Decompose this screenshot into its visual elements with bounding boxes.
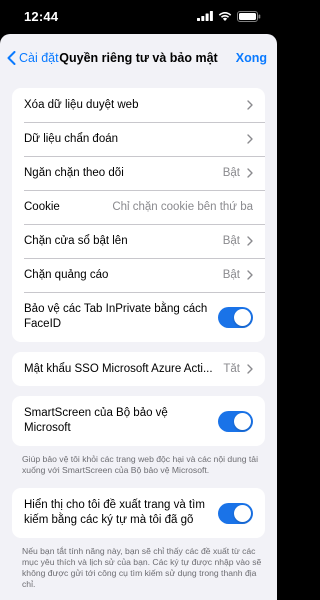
row-label: Cookie: [24, 201, 60, 213]
row-sso-password[interactable]: Mật khẩu SSO Microsoft Azure Acti... Tắt: [12, 352, 265, 386]
suggestions-group: Hiển thị cho tôi đề xuất trang và tìm ki…: [12, 488, 265, 538]
row-value: Bật: [222, 235, 240, 247]
row-tracking-prevention[interactable]: Ngăn chặn theo dõi Bật: [12, 156, 265, 190]
cellular-signal-icon: [197, 11, 213, 21]
smartscreen-toggle[interactable]: [218, 410, 253, 432]
smartscreen-footnote: Giúp bảo vệ tôi khỏi các trang web độc h…: [22, 454, 258, 475]
row-block-ads[interactable]: Chặn quảng cáo Bật: [12, 258, 265, 292]
row-inprivate-faceid: Bảo vệ các Tab InPrivate bằng cách FaceI…: [12, 292, 265, 342]
row-search-suggestions: Hiển thị cho tôi đề xuất trang và tìm ki…: [12, 488, 265, 538]
status-bar: 12:44: [0, 0, 277, 32]
chevron-right-icon: [247, 364, 253, 374]
row-label: Chặn quảng cáo: [24, 269, 109, 281]
chevron-right-icon: [247, 236, 253, 246]
row-label: Dữ liệu chẩn đoán: [24, 133, 119, 145]
row-value: Tắt: [223, 363, 240, 375]
wifi-icon: [218, 12, 232, 21]
chevron-left-icon: [7, 51, 16, 65]
battery-icon: [237, 10, 261, 22]
chevron-right-icon: [247, 270, 253, 280]
row-diagnostic-data[interactable]: Dữ liệu chẩn đoán: [12, 122, 265, 156]
faceid-toggle[interactable]: [218, 306, 253, 328]
row-label: Xóa dữ liệu duyệt web: [24, 99, 139, 111]
back-label: Cài đặt: [19, 51, 59, 65]
settings-sheet: Cài đặt Quyền riêng tư và bảo mật Xong X…: [0, 34, 277, 600]
row-cookie[interactable]: Cookie Chỉ chặn cookie bên thứ ba: [12, 190, 265, 224]
row-block-popups[interactable]: Chặn cửa sổ bật lên Bật: [12, 224, 265, 258]
status-time: 12:44: [24, 8, 59, 24]
page-title: Quyền riêng tư và bảo mật: [59, 51, 218, 65]
smartscreen-group: SmartScreen của Bộ bảo vệ Microsoft: [12, 396, 265, 446]
row-label: Ngăn chặn theo dõi: [24, 167, 124, 179]
row-smartscreen: SmartScreen của Bộ bảo vệ Microsoft: [12, 396, 265, 446]
toggle-knob: [234, 308, 251, 326]
suggestions-footnote: Nếu bạn tắt tính năng này, bạn sẽ chỉ th…: [22, 546, 262, 589]
navigation-bar: Cài đặt Quyền riêng tư và bảo mật Xong: [0, 34, 277, 82]
row-value: Bật: [222, 167, 240, 179]
row-value: Chỉ chặn cookie bên thứ ba: [112, 201, 253, 213]
chevron-right-icon: [247, 134, 253, 144]
chevron-right-icon: [247, 168, 253, 178]
privacy-settings-group: Xóa dữ liệu duyệt web Dữ liệu chẩn đoán …: [12, 88, 265, 342]
row-clear-browsing-data[interactable]: Xóa dữ liệu duyệt web: [12, 88, 265, 122]
row-value: Bật: [222, 269, 240, 281]
toggle-knob: [234, 504, 251, 522]
sso-group: Mật khẩu SSO Microsoft Azure Acti... Tắt: [12, 352, 265, 386]
done-button[interactable]: Xong: [236, 34, 267, 82]
row-label: Hiển thị cho tôi đề xuất trang và tìm ki…: [24, 499, 205, 526]
row-label: Mật khẩu SSO Microsoft Azure Acti...: [24, 363, 213, 375]
chevron-right-icon: [247, 100, 253, 110]
suggestions-toggle[interactable]: [218, 502, 253, 524]
back-button[interactable]: Cài đặt: [7, 34, 59, 82]
row-label: Bảo vệ các Tab InPrivate bằng cách FaceI…: [24, 303, 208, 330]
row-label: Chặn cửa sổ bật lên: [24, 235, 128, 247]
row-label: SmartScreen của Bộ bảo vệ Microsoft: [24, 407, 168, 434]
status-icons: [197, 10, 261, 22]
toggle-knob: [234, 412, 251, 430]
